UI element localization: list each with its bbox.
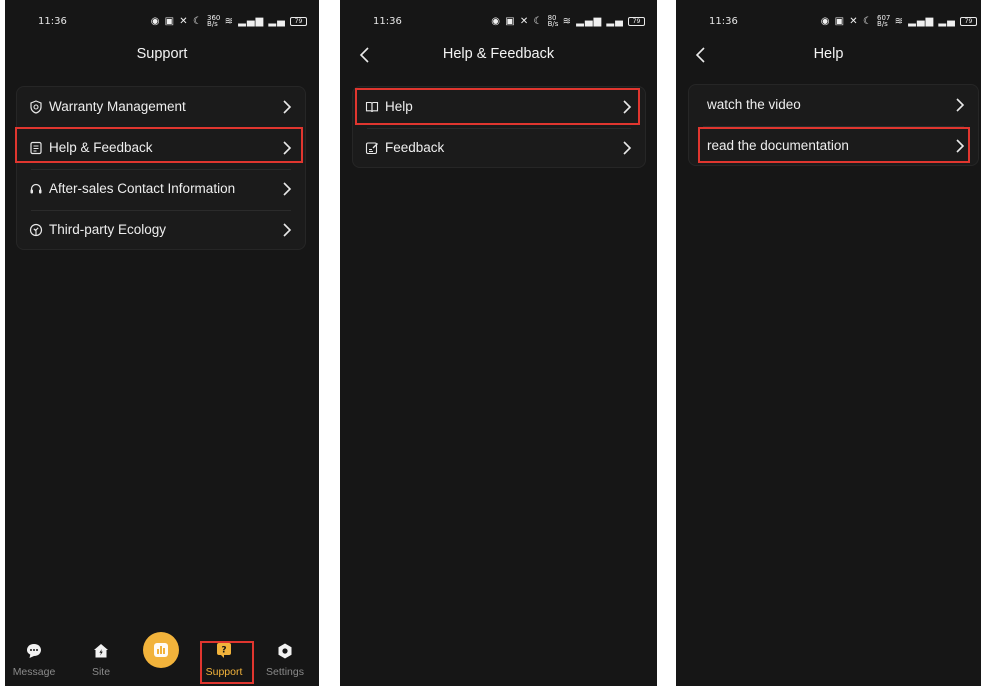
header: Help (676, 40, 981, 68)
highlight-box (15, 127, 303, 163)
signal2-icon: ▂▄ (938, 16, 956, 27)
edit-note-icon (365, 142, 378, 155)
menu-item-label: watch the video (707, 97, 801, 112)
menu-item-label: After-sales Contact Information (49, 181, 236, 196)
wifi-icon: ≋ (224, 16, 234, 27)
net-speed: 607 B/s (877, 14, 891, 28)
battery-icon: 79 (960, 16, 977, 26)
battery-icon: 79 (290, 16, 307, 26)
help-screen: 11:36 ◉ ▣ ✕ ☾ 607 B/s ≋ ▂▄▆ ▂▄ 79 Help wa… (676, 0, 981, 686)
eye-icon: ◉ (150, 16, 161, 27)
signal-icon: ▂▄▆ (238, 16, 265, 27)
support-menu-card: Warranty Management Help & Feedback Afte… (16, 86, 306, 250)
status-icons: ◉ ▣ ✕ ☾ 360 B/s ≋ ▂▄▆ ▂▄ 79 (150, 14, 307, 28)
net-speed: 360 B/s (207, 14, 221, 28)
bottom-tab-bar: Message Site ? Support Settings (5, 630, 319, 686)
mute-icon: ✕ (179, 16, 189, 27)
chevron-right-icon (283, 223, 292, 237)
help-feedback-screen: 11:36 ◉ ▣ ✕ ☾ 80 B/s ≋ ▂▄▆ ▂▄ 79 Help & F… (340, 0, 657, 686)
net-speed: 80 B/s (547, 14, 559, 28)
page-title: Help (813, 46, 844, 62)
menu-item-third-party[interactable]: Third-party Ecology (17, 210, 305, 251)
status-time: 11:36 (38, 16, 67, 27)
status-time: 11:36 (373, 16, 402, 27)
nfc-icon: ▣ (505, 16, 516, 27)
header: Support (5, 40, 319, 68)
menu-item-label: Feedback (385, 140, 445, 155)
menu-item-warranty[interactable]: Warranty Management (17, 87, 305, 128)
moon-icon: ☾ (862, 16, 873, 27)
nfc-icon: ▣ (834, 16, 846, 27)
status-time: 11:36 (709, 16, 738, 27)
highlight-box (355, 88, 640, 125)
chevron-right-icon (283, 182, 292, 196)
gear-icon (278, 643, 292, 659)
tab-label: Message (12, 666, 56, 678)
menu-item-label: Third-party Ecology (49, 222, 167, 237)
chat-bubble-icon (27, 644, 41, 658)
signal2-icon: ▂▄ (606, 16, 624, 27)
highlight-box (200, 641, 254, 684)
chevron-right-icon (623, 141, 632, 155)
tab-label: Settings (266, 666, 304, 678)
signal-icon: ▂▄▆ (576, 16, 603, 27)
chart-icon (154, 643, 168, 657)
header: Help & Feedback (340, 40, 657, 68)
menu-item-watch-video[interactable]: watch the video (689, 85, 978, 126)
menu-item-feedback[interactable]: Feedback (353, 128, 645, 169)
moon-icon: ☾ (192, 16, 203, 27)
tab-settings[interactable]: Settings (260, 642, 310, 682)
status-icons: ◉ ▣ ✕ ☾ 607 B/s ≋ ▂▄▆ ▂▄ 79 (820, 14, 977, 28)
eye-icon: ◉ (491, 16, 502, 27)
signal-icon: ▂▄▆ (908, 16, 935, 27)
shield-icon (30, 100, 42, 114)
status-icons: ◉ ▣ ✕ ☾ 80 B/s ≋ ▂▄▆ ▂▄ 79 (491, 14, 645, 28)
mute-icon: ✕ (849, 16, 859, 27)
tab-label: Site (91, 666, 111, 678)
nfc-icon: ▣ (164, 16, 176, 27)
chevron-right-icon (956, 98, 965, 112)
headset-icon (30, 183, 42, 194)
status-bar: 11:36 ◉ ▣ ✕ ☾ 360 B/s ≋ ▂▄▆ ▂▄ 79 (5, 0, 319, 32)
wifi-icon: ≋ (894, 16, 904, 27)
home-bolt-icon (94, 644, 108, 658)
signal2-icon: ▂▄ (268, 16, 286, 27)
wifi-icon: ≋ (562, 16, 572, 27)
ecology-icon (29, 223, 43, 237)
support-screen: 11:36 ◉ ▣ ✕ ☾ 360 B/s ≋ ▂▄▆ ▂▄ 79 Support… (5, 0, 319, 686)
chevron-right-icon (283, 100, 292, 114)
moon-icon: ☾ (533, 16, 544, 27)
eye-icon: ◉ (820, 16, 831, 27)
menu-item-label: Warranty Management (49, 99, 186, 114)
status-bar: 11:36 ◉ ▣ ✕ ☾ 80 B/s ≋ ▂▄▆ ▂▄ 79 (340, 0, 657, 32)
page-title: Support (136, 46, 188, 62)
status-bar: 11:36 ◉ ▣ ✕ ☾ 607 B/s ≋ ▂▄▆ ▂▄ 79 (676, 0, 981, 32)
highlight-box (698, 127, 970, 163)
tab-message[interactable]: Message (9, 642, 59, 682)
mute-icon: ✕ (519, 16, 530, 27)
center-chart-button[interactable] (143, 632, 179, 668)
tab-site[interactable]: Site (76, 642, 126, 682)
battery-icon: 79 (628, 16, 645, 26)
page-title: Help & Feedback (442, 46, 555, 62)
menu-item-after-sales[interactable]: After-sales Contact Information (17, 169, 305, 210)
